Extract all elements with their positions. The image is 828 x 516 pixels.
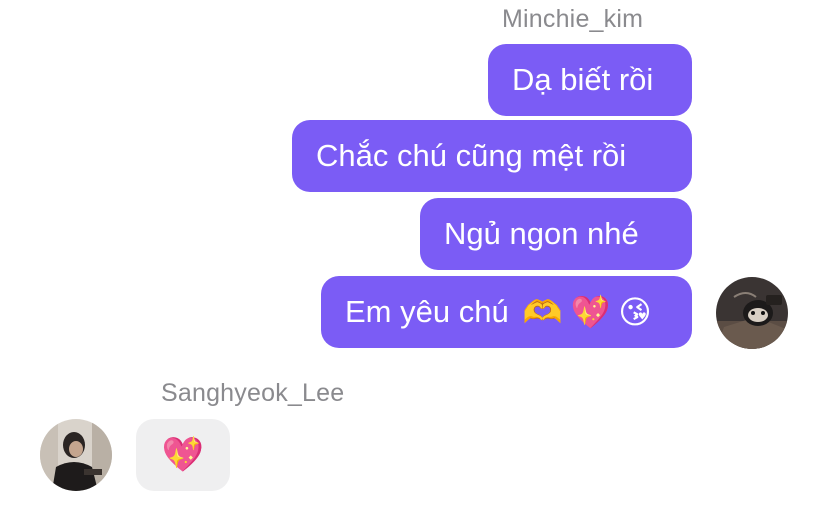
- face-blowing-kiss-emoji-icon: 😘: [618, 293, 652, 331]
- avatar-outgoing[interactable]: [716, 277, 788, 349]
- avatar-photo-icon: [40, 419, 112, 491]
- avatar-incoming[interactable]: [40, 419, 112, 491]
- message-text: Dạ biết rồi: [512, 62, 654, 97]
- chat-thread: Minchie_kim Dạ biết rồi Chắc chú cũng mệ…: [0, 0, 828, 516]
- outgoing-sender-name: Minchie_kim: [502, 5, 644, 33]
- sparkling-heart-emoji-icon: 💖: [570, 293, 611, 331]
- message-bubble-outgoing[interactable]: Ngủ ngon nhé: [420, 198, 692, 270]
- avatar-photo-icon: [716, 277, 788, 349]
- heart-hands-emoji-icon: 🫶: [522, 293, 563, 331]
- message-text: Ngủ ngon nhé: [444, 216, 639, 251]
- message-bubble-incoming[interactable]: 💖: [136, 419, 230, 491]
- sparkling-heart-emoji-icon: 💖: [161, 435, 205, 475]
- message-bubble-outgoing[interactable]: Dạ biết rồi: [488, 44, 692, 116]
- incoming-sender-name: Sanghyeok_Lee: [161, 379, 345, 407]
- message-text: Chắc chú cũng mệt rồi: [316, 138, 627, 173]
- message-bubble-outgoing[interactable]: Em yêu chú 🫶 💖 😘: [321, 276, 692, 348]
- message-text: Em yêu chú: [345, 294, 509, 329]
- message-bubble-outgoing[interactable]: Chắc chú cũng mệt rồi: [292, 120, 692, 192]
